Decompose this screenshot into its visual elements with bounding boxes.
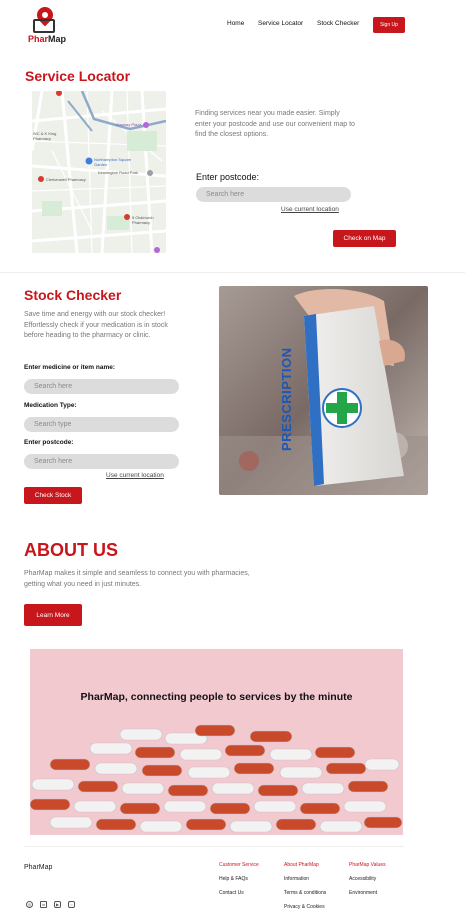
globe-icon[interactable]: ◎: [26, 901, 33, 908]
map-label: 5 Oldchurch Pharmacy: [132, 215, 154, 225]
learn-more-button[interactable]: Learn More: [24, 604, 82, 626]
stock-checker-title: Stock Checker: [24, 287, 122, 303]
about-description: PharMap makes it simple and seamless to …: [24, 570, 250, 588]
footer-head-values: PharMap Values: [349, 862, 386, 868]
footer-brand: PharMap: [24, 864, 53, 871]
footer-link-privacy[interactable]: Privacy & Cookies: [284, 904, 325, 910]
nav-stock-checker[interactable]: Stock Checker: [317, 20, 359, 27]
instagram-icon[interactable]: ○: [68, 901, 75, 908]
footer-link-contact[interactable]: Contact Us: [219, 890, 244, 896]
footer-link-help[interactable]: Help & FAQs: [219, 876, 248, 882]
map-label: Kensington Road Park: [98, 170, 139, 175]
brand-part2: Map: [48, 34, 67, 44]
nav-home[interactable]: Home: [227, 20, 244, 27]
hero-banner: PharMap, connecting people to services b…: [30, 649, 403, 835]
use-current-location-link[interactable]: Use current location: [281, 206, 339, 213]
stock-use-current-location-link[interactable]: Use current location: [106, 472, 164, 479]
youtube-icon[interactable]: ▶: [54, 901, 61, 908]
photo-graphic: [219, 286, 428, 495]
map-label: Sunway Plaza: [116, 122, 142, 127]
postcode-label: Enter postcode:: [196, 172, 260, 182]
stock-checker-description: Save time and energy with our stock chec…: [24, 311, 168, 339]
stock-postcode-label: Enter postcode:: [24, 439, 74, 446]
logo-map-icon: [33, 19, 55, 33]
medicine-input[interactable]: Search here: [24, 379, 179, 394]
prescription-photo: PRESCRIPTION: [219, 286, 428, 495]
footer-link-information[interactable]: Information: [284, 876, 309, 882]
service-locator-title: Service Locator: [25, 68, 131, 84]
footer-divider: [24, 846, 404, 847]
prescription-text: PRESCRIPTION: [279, 347, 294, 451]
map-label: WC & K King Pharmacy: [33, 131, 57, 141]
service-map[interactable]: Sunway Plaza Northampton Square Garden K…: [32, 91, 166, 253]
banner-title: PharMap, connecting people to services b…: [80, 691, 353, 703]
about-title: ABOUT US: [24, 540, 118, 560]
section-divider: [0, 272, 465, 273]
brand-logo[interactable]: PharMap: [28, 34, 66, 44]
medicine-label: Enter medicine or item name:: [24, 364, 116, 371]
map-label: Clerkenwell Pharmacy: [46, 177, 86, 182]
check-on-map-button[interactable]: Check on Map: [333, 230, 396, 247]
footer-link-terms[interactable]: Terms & conditions: [284, 890, 326, 896]
pills-graphic: [30, 724, 403, 833]
stock-postcode-input[interactable]: Search here: [24, 454, 179, 469]
footer-head-customer-service: Customer Service: [219, 862, 259, 868]
medication-type-label: Medication Type:: [24, 402, 77, 409]
brand-part1: Phar: [28, 34, 49, 44]
footer-head-about: About PharMap: [284, 862, 319, 868]
linkedin-icon[interactable]: in: [40, 901, 47, 908]
footer-link-accessibility[interactable]: Accessibility: [349, 876, 376, 882]
service-locator-description: Finding services near you made easier. S…: [195, 110, 355, 138]
postcode-input[interactable]: Search here: [196, 187, 351, 202]
footer-link-environment[interactable]: Environment: [349, 890, 377, 896]
nav-service-locator[interactable]: Service Locator: [258, 20, 303, 27]
map-label: Northampton Square Garden: [94, 157, 132, 167]
medication-type-input[interactable]: Search type: [24, 417, 179, 432]
check-stock-button[interactable]: Check Stock: [24, 487, 82, 504]
signup-button[interactable]: Sign Up: [373, 17, 405, 33]
